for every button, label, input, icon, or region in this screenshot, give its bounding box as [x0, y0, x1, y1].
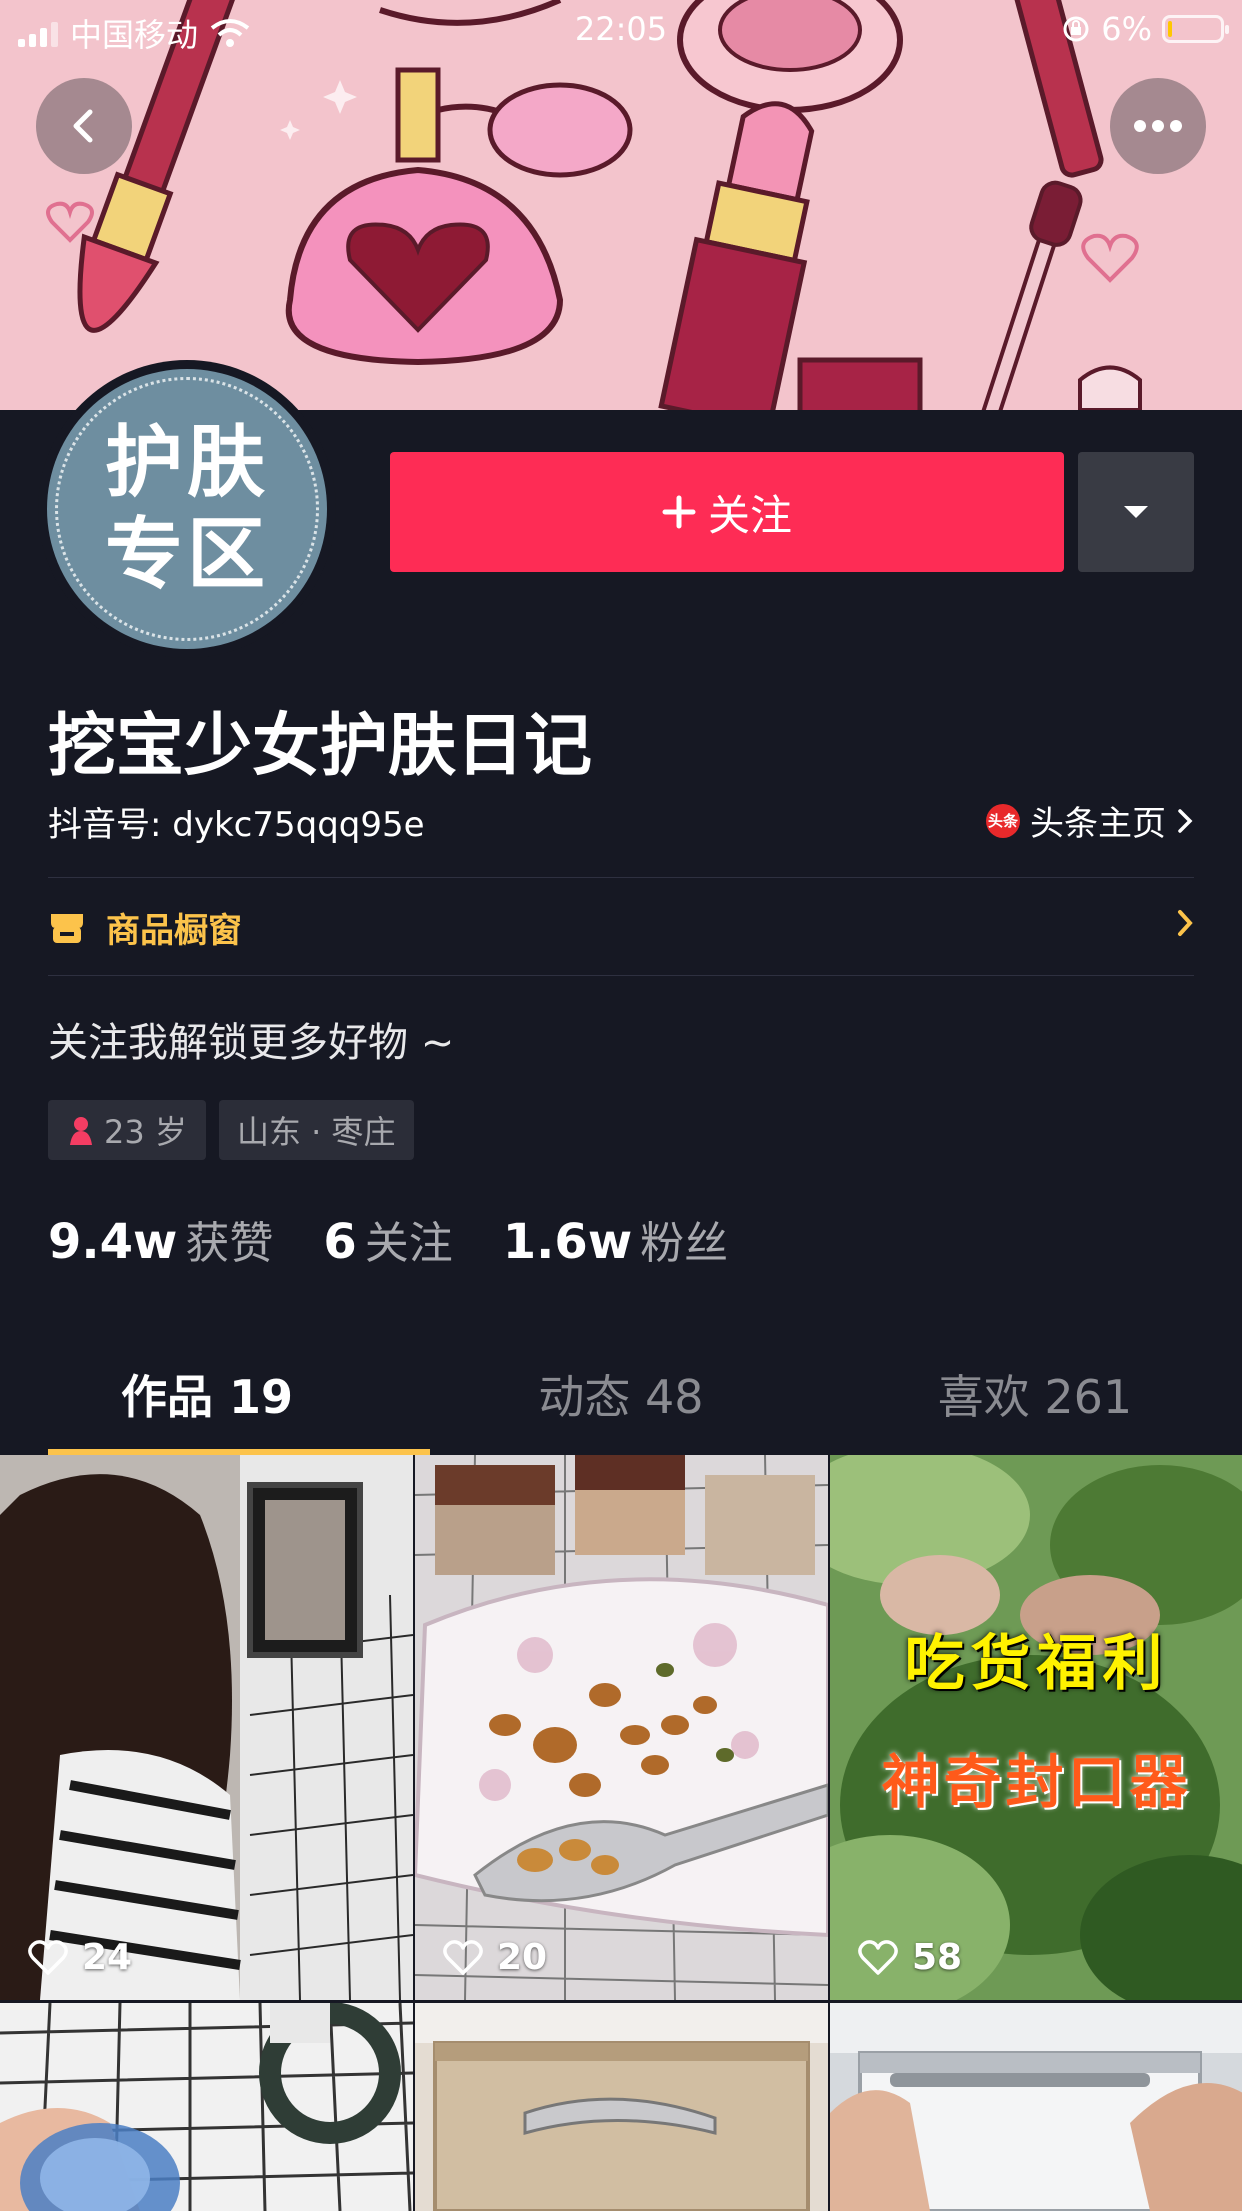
avatar[interactable]: 护肤 专区 [38, 360, 336, 658]
video-thumbnail[interactable] [0, 2003, 413, 2211]
video-thumbnail-image [0, 1455, 413, 2000]
avatar-text-line1: 护肤 [104, 418, 269, 508]
age-text: 23 岁 [104, 1113, 187, 1151]
followers-count[interactable]: 1.6w [503, 1214, 632, 1270]
like-count: 58 [858, 1937, 962, 1978]
like-count-value: 24 [82, 1937, 133, 1978]
like-count-value: 20 [497, 1937, 548, 1978]
rotation-lock-icon [1063, 16, 1089, 42]
tab-likes[interactable]: 喜欢 261 [828, 1340, 1242, 1455]
likes-count: 9.4w [48, 1214, 178, 1270]
toutiao-logo-icon: 头条 [986, 803, 1020, 838]
status-bar: 中国移动 22:05 6% [0, 0, 1242, 60]
chevron-right-icon [1178, 910, 1193, 936]
chevron-left-icon [73, 109, 93, 143]
recommend-dropdown-button[interactable] [1078, 452, 1194, 572]
avatar-text-line2: 专区 [104, 510, 269, 600]
avatar-image: 护肤 专区 [47, 369, 327, 649]
toutiao-homepage-link[interactable]: 头条 头条主页 [986, 796, 1194, 845]
video-thumbnail[interactable] [830, 2003, 1242, 2211]
video-thumbnail-image [830, 2003, 1242, 2211]
following-count[interactable]: 6 [323, 1214, 356, 1270]
heart-icon [28, 1939, 68, 1975]
video-caption-line2: 神奇封口器 [881, 1748, 1192, 1816]
heart-icon [443, 1939, 483, 1975]
tab-activity[interactable]: 动态 48 [414, 1340, 828, 1455]
like-count: 20 [443, 1937, 547, 1978]
followers-label[interactable]: 粉丝 [640, 1207, 728, 1271]
more-button[interactable] [1110, 78, 1206, 174]
tab-works[interactable]: 作品 19 [0, 1340, 414, 1455]
battery-group: 6% [1061, 10, 1229, 48]
following-label[interactable]: 关注 [365, 1207, 453, 1271]
follow-label: 关注 [707, 490, 792, 540]
female-icon [70, 1117, 92, 1145]
video-thumbnail-image [0, 2003, 413, 2211]
nickname: 挖宝少女护肤日记 [48, 707, 593, 786]
video-thumbnail[interactable]: 吃货福利 神奇封口器 58 [830, 1455, 1242, 2000]
video-thumbnail-image [415, 2003, 828, 2211]
divider [48, 975, 1194, 976]
product-showcase-row[interactable]: 商品橱窗 [48, 900, 1194, 954]
clock: 22:05 [574, 10, 668, 48]
chevron-right-icon [1178, 808, 1193, 833]
likes-label: 获赞 [185, 1218, 274, 1269]
douyin-id[interactable]: 抖音号: dykc75qqq95e [48, 797, 425, 846]
location-text: 山东 · 枣庄 [237, 1113, 396, 1151]
follow-button[interactable]: 关注 [390, 452, 1064, 572]
video-thumbnail[interactable]: 24 [0, 1455, 413, 2000]
avatar-text: 护肤 专区 [87, 417, 287, 601]
battery-icon [1162, 15, 1229, 43]
divider [48, 877, 1194, 878]
age-tag: 23 岁 [48, 1100, 206, 1160]
plus-icon [662, 495, 696, 529]
cosmetics-illustration [0, 0, 1242, 410]
battery-percent: 6% [1101, 10, 1152, 48]
video-thumbnail[interactable]: 20 [415, 1455, 828, 2000]
more-dots-icon [1134, 120, 1182, 132]
shop-icon [51, 914, 83, 943]
shop-label: 商品橱窗 [106, 910, 242, 951]
like-count: 24 [28, 1937, 132, 1978]
heart-icon [858, 1939, 898, 1975]
like-count-value: 58 [912, 1937, 963, 1978]
video-thumbnail-image [415, 1455, 828, 2000]
cover-banner [0, 0, 1242, 410]
content-tabs: 作品 19 动态 48 喜欢 261 [0, 1340, 1242, 1455]
video-thumbnail[interactable] [415, 2003, 828, 2211]
back-button[interactable] [36, 78, 132, 174]
toutiao-label: 头条主页 [1030, 804, 1166, 844]
bio: 关注我解锁更多好物 ~ [48, 1020, 455, 1066]
video-thumbnail-image [830, 1455, 1242, 2000]
location-tag: 山东 · 枣庄 [219, 1100, 414, 1160]
video-caption-line1: 吃货福利 [904, 1629, 1169, 1699]
stats-row: 9.4w 获赞 6 关注 1.6w 粉丝 [48, 1207, 778, 1271]
triangle-down-icon [1124, 506, 1148, 518]
video-grid: 24 20 吃货福利 神奇封口器 58 [0, 1455, 1242, 2211]
